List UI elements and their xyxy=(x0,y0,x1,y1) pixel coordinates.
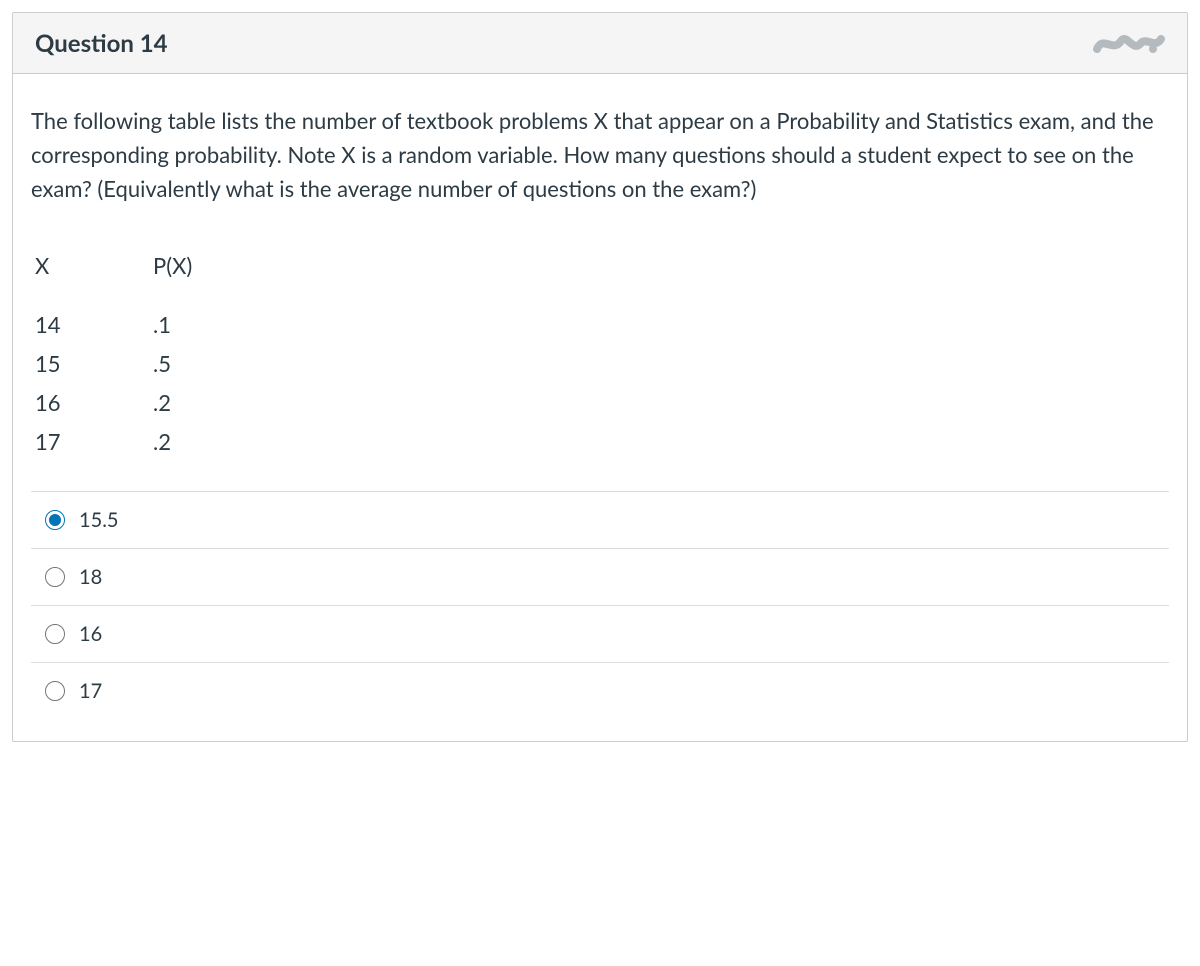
answer-radio[interactable] xyxy=(45,510,65,530)
table-header-row: X P(X) xyxy=(35,246,1165,305)
question-body: The following table lists the number of … xyxy=(13,74,1187,741)
question-title: Question 14 xyxy=(35,29,168,58)
table-row: 15 .5 xyxy=(35,344,1165,383)
table-cell-x: 16 xyxy=(35,383,153,422)
table-cell-p: .2 xyxy=(153,383,233,422)
answer-radio[interactable] xyxy=(45,681,65,701)
probability-table: X P(X) 14 .1 15 .5 16 .2 17 .2 xyxy=(35,246,1165,461)
answer-list: 15.5 18 16 17 xyxy=(31,491,1169,711)
answer-label[interactable]: 16 xyxy=(79,622,102,646)
answer-radio[interactable] xyxy=(45,567,65,587)
answer-label[interactable]: 17 xyxy=(79,679,102,703)
question-card: Question 14 The following table lists th… xyxy=(12,12,1188,742)
answer-option[interactable]: 17 xyxy=(31,662,1169,711)
answer-label[interactable]: 15.5 xyxy=(79,508,119,532)
scribble-icon xyxy=(1093,27,1165,59)
answer-option[interactable]: 16 xyxy=(31,605,1169,662)
answer-radio[interactable] xyxy=(45,624,65,644)
table-row: 16 .2 xyxy=(35,383,1165,422)
table-cell-p: .2 xyxy=(153,422,233,461)
table-row: 14 .1 xyxy=(35,305,1165,344)
table-header-px: P(X) xyxy=(153,246,233,305)
table-cell-x: 15 xyxy=(35,344,153,383)
question-header: Question 14 xyxy=(13,13,1187,74)
table-header-x: X xyxy=(35,246,153,305)
table-cell-x: 17 xyxy=(35,422,153,461)
answer-option[interactable]: 18 xyxy=(31,548,1169,605)
table-row: 17 .2 xyxy=(35,422,1165,461)
answer-label[interactable]: 18 xyxy=(79,565,102,589)
answer-option[interactable]: 15.5 xyxy=(31,491,1169,548)
table-cell-p: .5 xyxy=(153,344,233,383)
table-cell-x: 14 xyxy=(35,305,153,344)
table-cell-p: .1 xyxy=(153,305,233,344)
question-prompt: The following table lists the number of … xyxy=(31,104,1169,206)
